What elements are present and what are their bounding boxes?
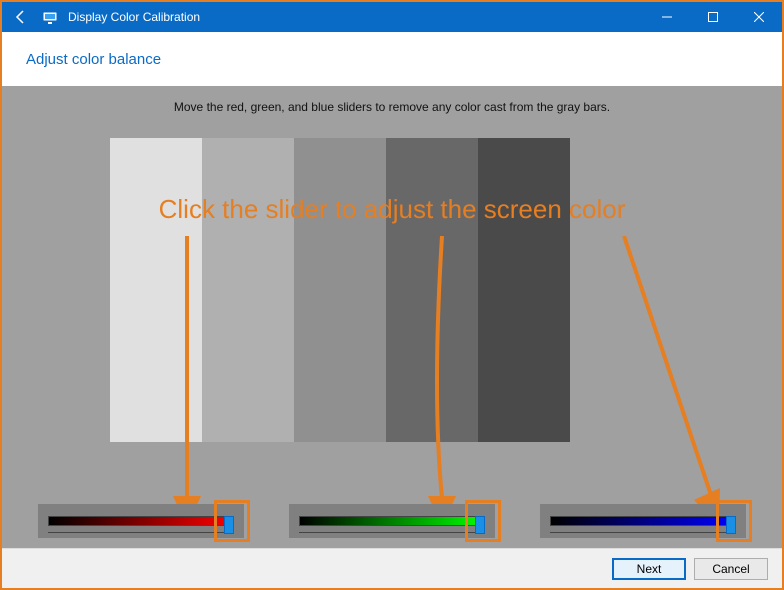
maximize-icon	[708, 12, 718, 22]
green-gradient-icon	[299, 516, 485, 526]
calibration-window: Display Color Calibration Adjust color b…	[0, 0, 784, 590]
green-slider-thumb[interactable]	[475, 516, 485, 534]
back-button[interactable]	[10, 6, 32, 28]
gray-bar-5	[478, 138, 570, 442]
close-button[interactable]	[736, 2, 782, 32]
blue-slider-thumb[interactable]	[726, 516, 736, 534]
gray-bar-4	[386, 138, 478, 442]
red-slider-container	[38, 504, 244, 538]
gray-bars	[110, 138, 570, 442]
instruction-text: Move the red, green, and blue sliders to…	[2, 86, 782, 114]
cancel-button[interactable]: Cancel	[694, 558, 768, 580]
blue-slider[interactable]	[550, 516, 736, 526]
slider-row	[2, 504, 782, 538]
app-icon	[42, 9, 58, 25]
red-slider[interactable]	[48, 516, 234, 526]
gray-bar-3	[294, 138, 386, 442]
red-slider-thumb[interactable]	[224, 516, 234, 534]
green-slider[interactable]	[299, 516, 485, 526]
close-icon	[754, 12, 764, 22]
next-button[interactable]: Next	[612, 558, 686, 580]
back-arrow-icon	[13, 9, 29, 25]
page-title: Adjust color balance	[26, 51, 161, 68]
gray-bar-2	[202, 138, 294, 442]
maximize-button[interactable]	[690, 2, 736, 32]
blue-gradient-icon	[550, 516, 736, 526]
app-title: Display Color Calibration	[68, 10, 200, 24]
minimize-button[interactable]	[644, 2, 690, 32]
annotation-text: Click the slider to adjust the screen co…	[2, 194, 782, 225]
red-gradient-icon	[48, 516, 234, 526]
page-header: Adjust color balance	[2, 32, 782, 86]
window-controls	[644, 2, 782, 32]
titlebar: Display Color Calibration	[2, 2, 782, 32]
green-slider-container	[289, 504, 495, 538]
gray-bar-1	[110, 138, 202, 442]
blue-slider-container	[540, 504, 746, 538]
footer: Next Cancel	[2, 548, 782, 588]
content-area: Move the red, green, and blue sliders to…	[2, 86, 782, 548]
annotation-arrow-3	[614, 236, 734, 526]
minimize-icon	[662, 12, 672, 22]
